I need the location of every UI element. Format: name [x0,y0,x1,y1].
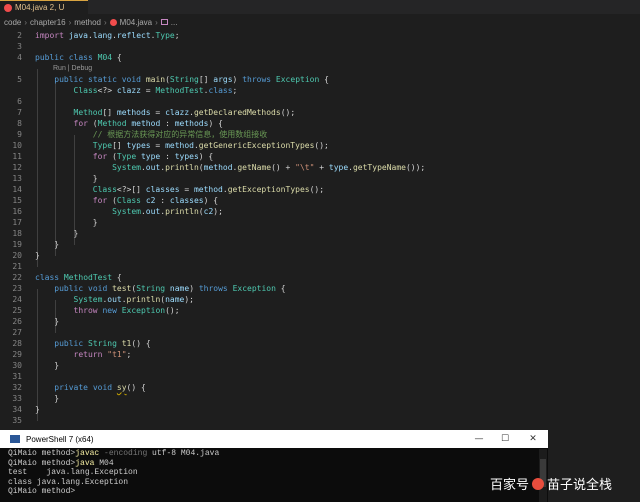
close-button[interactable]: ✕ [522,430,544,448]
code-line: class MethodTest { [35,273,122,282]
java-file-icon [4,3,12,12]
code-line: } [35,240,60,249]
java-file-icon [109,18,117,26]
watermark-left: 百家号 [490,478,530,493]
terminal-line: QiMaio method>javac -encoding utf-8 M04.… [8,449,220,458]
code-line: Class<?> clazz = MethodTest.class; [73,86,238,95]
line-number: 5 [17,75,22,84]
code-line: } [35,317,60,326]
code-line: Type[] types = method.getGenericExceptio… [92,141,329,150]
code-line: System.out.println(method.getName() + "\… [112,163,426,172]
line-number: 13 [12,174,22,183]
line-number: 14 [12,185,22,194]
terminal-output[interactable]: QiMaio method>javac -encoding utf-8 M04.… [8,449,538,497]
chevron-right-icon: › [155,17,158,27]
line-number: 9 [17,130,22,139]
line-number: 26 [12,317,22,326]
code-line: } [35,361,60,370]
code-line: Method[] methods = clazz.getDeclaredMeth… [73,108,296,117]
terminal-line: QiMaio method> [8,487,76,497]
line-number: 12 [12,163,22,172]
line-number: 33 [12,394,22,403]
powershell-icon [10,435,20,443]
tab-label: M04.java 2, U [15,3,65,12]
line-number: 2 [17,31,22,40]
line-number: 8 [17,119,22,128]
line-number: 35 [12,416,22,425]
line-number: 17 [12,218,22,227]
code-line: public String t1() { [54,339,151,348]
code-line: import java.lang.reflect.Type; [35,31,180,40]
line-number: 18 [12,229,22,238]
line-number: 29 [12,350,22,359]
code-line: } [35,394,60,403]
terminal-title: PowerShell 7 (x64) [26,434,94,444]
code-line: // 根据方法获得对应的异常信息，使用数组接收 [92,130,268,139]
tab-m04-java[interactable]: M04.java 2, U [0,0,88,14]
line-number: 21 [12,262,22,271]
line-number: 7 [17,108,22,117]
line-number: 3 [17,42,22,51]
line-number: 22 [12,273,22,282]
line-number: 34 [12,405,22,414]
code-line: for (Class c2 : classes) { [92,196,219,205]
code-line: } [35,251,40,260]
line-number: 23 [12,284,22,293]
maximize-button[interactable]: ☐ [494,430,516,448]
minimize-button[interactable]: — [468,430,490,448]
code-line: } [35,405,40,414]
code-line: Class<?>[] classes = method.getException… [92,185,325,194]
terminal-line: QiMaio method>java M04 [8,458,114,468]
chevron-right-icon: › [24,17,28,27]
code-editor[interactable]: 2 import java.lang.reflect.Type; 3 4 publi… [0,30,640,430]
line-number: 31 [12,372,22,381]
breadcrumb-code[interactable]: code [4,18,21,27]
line-number: 24 [12,295,22,304]
code-line: for (Type type : types) { [92,152,214,161]
code-line: } [35,174,98,183]
code-line: } [35,218,98,227]
line-number: 27 [12,328,22,337]
line-number: 6 [17,97,22,106]
code-line: return "t1"; [73,350,132,359]
line-number: 28 [12,339,22,348]
breadcrumb-chapter16[interactable]: chapter16 [30,18,66,27]
code-line: for (Method method : methods) { [73,119,223,128]
terminal-line: test java.lang.Exception [8,468,138,478]
symbol-icon [160,19,168,25]
breadcrumb-file[interactable]: M04.java [120,18,152,27]
breadcrumb-symbol[interactable]: ... [171,18,178,27]
chevron-right-icon: › [68,17,72,27]
watermark: 百家号 苗子说全栈 [490,474,612,493]
line-number: 30 [12,361,22,370]
code-line: throw new Exception(); [73,306,180,315]
line-number: 19 [12,240,22,249]
breadcrumb: code › chapter16 › method › M04.java › .… [0,14,640,30]
code-line: System.out.println(c2); [112,207,223,216]
breadcrumb-method[interactable]: method [74,18,101,27]
line-number: 10 [12,141,22,150]
line-number: 20 [12,251,22,260]
code-line: private void sy() { [54,383,146,392]
powershell-window[interactable]: PowerShell 7 (x64) — ☐ ✕ QiMaio method>j… [0,430,548,502]
terminal-line: class java.lang.Exception [8,477,129,487]
line-number: 25 [12,306,22,315]
codelens-run-debug[interactable]: Run | Debug [53,63,92,74]
line-number: 32 [12,383,22,392]
code-line: public void test(String name) throws Exc… [54,284,286,293]
line-number: 15 [12,196,22,205]
code-line: } [35,229,79,238]
code-line: System.out.println(name); [73,295,194,304]
paw-logo-icon [532,477,545,490]
code-line: public class M04 { [35,53,122,62]
tab-bar: M04.java 2, U [0,0,640,14]
chevron-right-icon: › [103,17,107,27]
terminal-title-bar[interactable]: PowerShell 7 (x64) — ☐ ✕ [0,430,548,448]
line-number: 16 [12,207,22,216]
code-line: public static void main(String[] args) t… [54,75,329,84]
line-number: 4 [17,53,22,62]
watermark-right: 苗子说全栈 [547,478,613,493]
line-number: 11 [12,152,22,161]
